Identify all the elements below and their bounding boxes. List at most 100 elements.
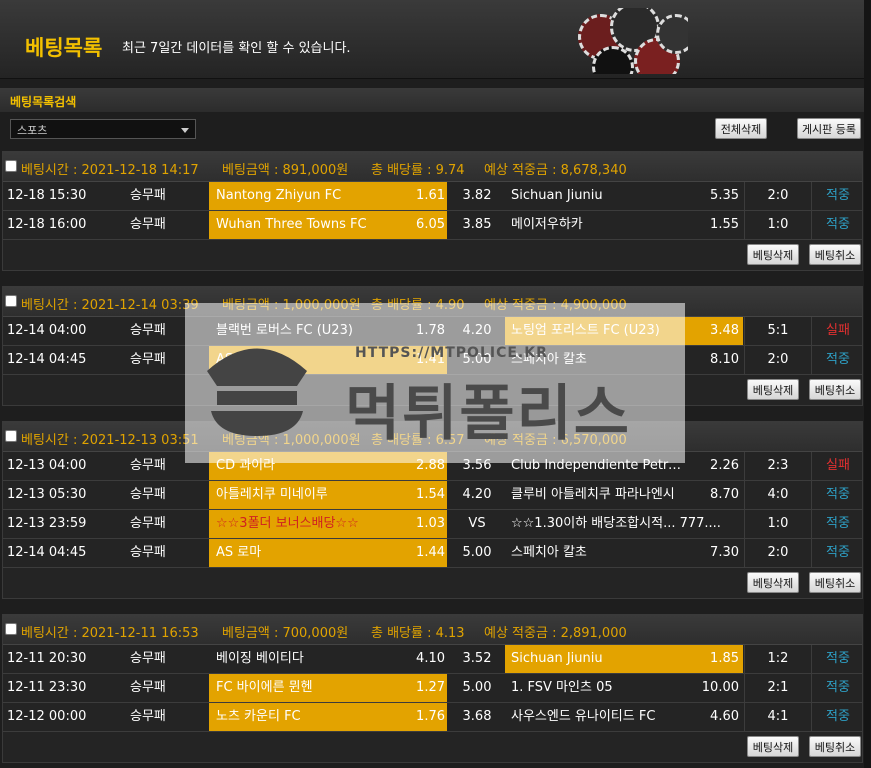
bet-time: 베팅시간 : 2021-12-13 03:51 — [21, 433, 199, 448]
away-odds — [687, 510, 739, 538]
away-team: Sichuan Jiuniu — [511, 188, 603, 203]
bet-total-odds: 총 배당률 : 9.74 — [371, 163, 465, 178]
bet-delete-button[interactable]: 베팅삭제 — [747, 244, 799, 265]
away-team: 스페치아 칼초 — [511, 545, 587, 560]
match-score: 2:0 — [767, 188, 789, 203]
search-section-title: 베팅목록검색 — [10, 95, 77, 109]
bet-type: 승무패 — [130, 545, 166, 560]
right-scroll-rail — [864, 0, 871, 768]
bet-type: 승무패 — [130, 352, 166, 367]
bet-slip-header: 베팅시간 : 2021-12-11 16:53 베팅금액 : 700,000원 총 … — [3, 615, 862, 645]
delete-all-button[interactable]: 전체삭제 — [715, 118, 767, 139]
match-result: 적중 — [826, 487, 850, 502]
watermark-url: HTTPS://MTPOLICE.KR — [355, 345, 548, 361]
match-row: 12-12 00:00 승무패 노츠 카운티 FC 1.76 3.68 사우스엔드 유나이… — [3, 703, 862, 732]
casino-chips-image — [572, 8, 688, 74]
draw-odds: 4.20 — [462, 487, 492, 502]
home-odds: 1.61 — [416, 188, 445, 203]
match-date: 12-11 23:30 — [7, 680, 87, 695]
match-score: 2:0 — [767, 352, 789, 367]
bet-select-checkbox[interactable] — [5, 430, 17, 442]
match-row: 12-11 20:30 승무패 베이징 베이티다 4.10 3.52 Sichuan Ji… — [3, 645, 862, 674]
watermark: HTTPS://MTPOLICE.KR 먹튀폴리스 — [185, 303, 685, 463]
sport-select[interactable]: 스포츠 — [10, 119, 196, 139]
bet-type: 승무패 — [130, 709, 166, 724]
draw-odds: 3.68 — [462, 709, 492, 724]
match-score: 2:3 — [767, 458, 789, 473]
bet-slip: 베팅시간 : 2021-12-18 14:17 베팅금액 : 891,000원 총 … — [2, 151, 863, 271]
bet-type: 승무패 — [130, 680, 166, 695]
match-result: 실패 — [826, 323, 850, 338]
away-odds: 4.60 — [710, 709, 739, 724]
home-odds: 6.05 — [416, 217, 445, 232]
chevron-down-icon — [181, 128, 189, 133]
match-result: 적중 — [826, 188, 850, 203]
match-date: 12-14 04:45 — [7, 545, 87, 560]
board-post-button[interactable]: 게시판 등록 — [797, 118, 861, 139]
match-score: 2:1 — [767, 680, 789, 695]
page-description: 최근 7일간 데이터를 확인 할 수 있습니다. — [122, 41, 351, 56]
match-row: 12-14 04:45 승무패 AS 로마 1.44 5.00 스페치아 칼초 7.30 2:… — [3, 539, 862, 568]
bet-delete-button[interactable]: 베팅삭제 — [747, 379, 799, 400]
home-odds: 1.03 — [416, 516, 445, 531]
match-date: 12-18 16:00 — [7, 217, 87, 232]
bet-select-checkbox[interactable] — [5, 295, 17, 307]
away-odds: 10.00 — [701, 680, 739, 695]
bet-time: 베팅시간 : 2021-12-14 03:39 — [21, 298, 199, 313]
bet-slip-footer: 베팅삭제 베팅취소 — [3, 240, 862, 270]
home-odds: 1.76 — [416, 709, 445, 724]
home-odds: 1.27 — [416, 680, 445, 695]
bet-delete-button[interactable]: 베팅삭제 — [747, 572, 799, 593]
match-result: 적중 — [826, 516, 850, 531]
match-row: 12-18 16:00 승무패 Wuhan Three Towns FC 6.05 3.… — [3, 211, 862, 240]
match-score: 4:1 — [767, 709, 789, 724]
away-odds: 7.30 — [710, 545, 739, 560]
match-result: 적중 — [826, 680, 850, 695]
match-result: 실패 — [826, 458, 850, 473]
match-score: 1:0 — [767, 516, 789, 531]
bet-cancel-button[interactable]: 베팅취소 — [809, 244, 861, 265]
match-date: 12-13 23:59 — [7, 516, 87, 531]
match-date: 12-14 04:00 — [7, 323, 87, 338]
away-odds: 3.48 — [710, 323, 739, 338]
bet-time: 베팅시간 : 2021-12-18 14:17 — [21, 163, 199, 178]
draw-odds: 3.52 — [462, 651, 492, 666]
bet-cancel-button[interactable]: 베팅취소 — [809, 379, 861, 400]
bet-amount: 베팅금액 : 700,000원 — [222, 626, 349, 641]
bet-type: 승무패 — [130, 323, 166, 338]
home-odds: 4.10 — [416, 651, 445, 666]
bet-delete-button[interactable]: 베팅삭제 — [747, 736, 799, 757]
bet-expected-win: 예상 적중금 : 2,891,000 — [484, 626, 627, 641]
bet-slip: 베팅시간 : 2021-12-11 16:53 베팅금액 : 700,000원 총 … — [2, 614, 863, 763]
away-odds: 2.26 — [710, 458, 739, 473]
draw-odds: VS — [468, 516, 486, 531]
bet-type: 승무패 — [130, 487, 166, 502]
match-row: 12-18 15:30 승무패 Nantong Zhiyun FC 1.61 3.82 S… — [3, 182, 862, 211]
match-row: 12-13 05:30 승무패 아틀레치쿠 미네이루 1.54 4.20 클루비 아틀레치… — [3, 481, 862, 510]
away-odds: 8.10 — [710, 352, 739, 367]
match-date: 12-13 05:30 — [7, 487, 87, 502]
draw-odds: 5.00 — [462, 545, 492, 560]
away-odds: 8.70 — [710, 487, 739, 502]
home-odds: 1.54 — [416, 487, 445, 502]
watermark-text: 먹튀폴리스 — [345, 379, 631, 449]
bet-type: 승무패 — [130, 651, 166, 666]
bet-select-checkbox[interactable] — [5, 160, 17, 172]
away-odds: 5.35 — [710, 188, 739, 203]
match-result: 적중 — [826, 545, 850, 560]
bet-time: 베팅시간 : 2021-12-11 16:53 — [21, 626, 199, 641]
match-result: 적중 — [826, 651, 850, 666]
match-score: 1:0 — [767, 217, 789, 232]
bet-select-checkbox[interactable] — [5, 623, 17, 635]
bet-cancel-button[interactable]: 베팅취소 — [809, 572, 861, 593]
match-score: 1:2 — [767, 651, 789, 666]
bet-cancel-button[interactable]: 베팅취소 — [809, 736, 861, 757]
bet-slip-header: 베팅시간 : 2021-12-18 14:17 베팅금액 : 891,000원 총 … — [3, 152, 862, 182]
draw-odds: 3.85 — [462, 217, 492, 232]
police-cap-icon — [207, 348, 307, 436]
bet-slip-footer: 베팅삭제 베팅취소 — [3, 732, 862, 762]
match-date: 12-14 04:45 — [7, 352, 87, 367]
bet-type: 승무패 — [130, 217, 166, 232]
away-team: Sichuan Jiuniu — [511, 651, 603, 666]
bet-total-odds: 총 배당률 : 4.13 — [371, 626, 465, 641]
